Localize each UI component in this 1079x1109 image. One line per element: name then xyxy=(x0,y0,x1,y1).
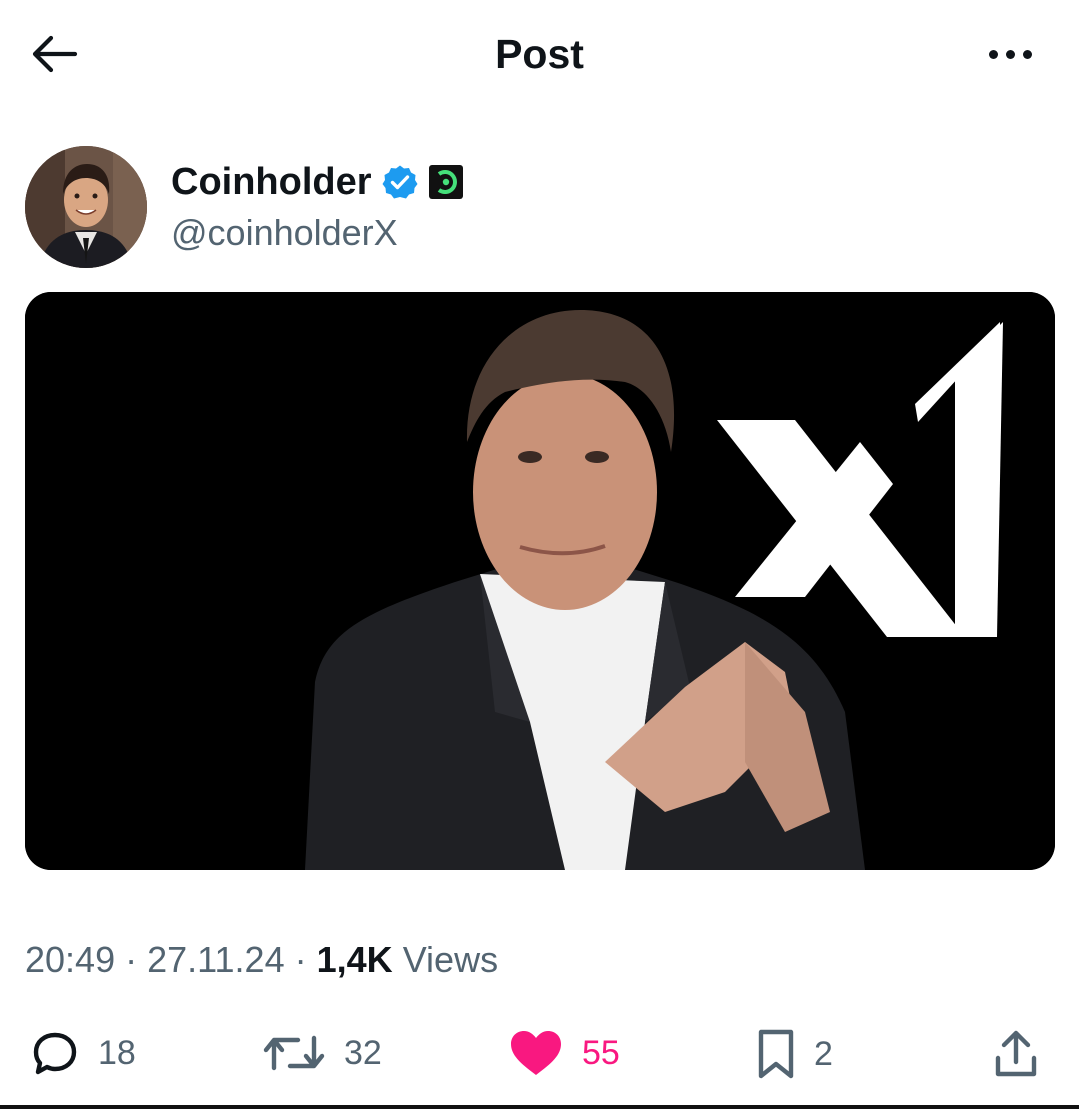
reply-count: 18 xyxy=(98,1033,136,1072)
views-count[interactable]: 1,4K xyxy=(317,939,393,980)
post-time[interactable]: 20:49 xyxy=(25,939,115,980)
post-date[interactable]: 27.11.24 xyxy=(147,939,284,980)
repost-count: 32 xyxy=(344,1033,382,1072)
like-icon xyxy=(511,1031,561,1075)
affiliate-badge-icon[interactable] xyxy=(428,164,464,200)
avatar[interactable] xyxy=(25,146,147,268)
bottom-divider xyxy=(0,1105,1079,1109)
bookmark-button[interactable]: 2 xyxy=(756,1028,833,1080)
post-image[interactable] xyxy=(25,292,1055,870)
more-options-icon xyxy=(988,49,1032,59)
reply-button[interactable]: 18 xyxy=(30,1028,136,1078)
meta-separator: · xyxy=(125,939,138,980)
post-photo xyxy=(25,292,1055,870)
bookmark-count: 2 xyxy=(814,1034,833,1073)
page-title: Post xyxy=(495,31,584,77)
display-name[interactable]: Coinholder xyxy=(171,160,372,204)
share-button[interactable] xyxy=(992,1028,1040,1080)
verified-badge-icon[interactable] xyxy=(382,164,418,200)
share-icon xyxy=(995,1030,1037,1077)
repost-icon xyxy=(263,1035,325,1071)
post-author: Coinholder @coinholderX xyxy=(25,146,1025,270)
reply-icon xyxy=(33,1032,77,1075)
bookmark-icon xyxy=(758,1029,794,1079)
user-handle[interactable]: @coinholderX xyxy=(171,212,398,254)
meta-separator: · xyxy=(294,939,307,980)
action-bar: 18 32 55 2 xyxy=(0,1020,1079,1090)
views-label[interactable]: Views xyxy=(403,939,498,980)
post-metadata: 20:49 · 27.11.24 · 1,4K Views xyxy=(25,938,498,982)
repost-button[interactable]: 32 xyxy=(262,1028,382,1078)
top-bar: Post xyxy=(0,0,1079,110)
like-button[interactable]: 55 xyxy=(508,1028,620,1078)
like-count: 55 xyxy=(582,1033,620,1072)
more-options-button[interactable] xyxy=(975,32,1045,76)
avatar-image xyxy=(25,146,147,268)
